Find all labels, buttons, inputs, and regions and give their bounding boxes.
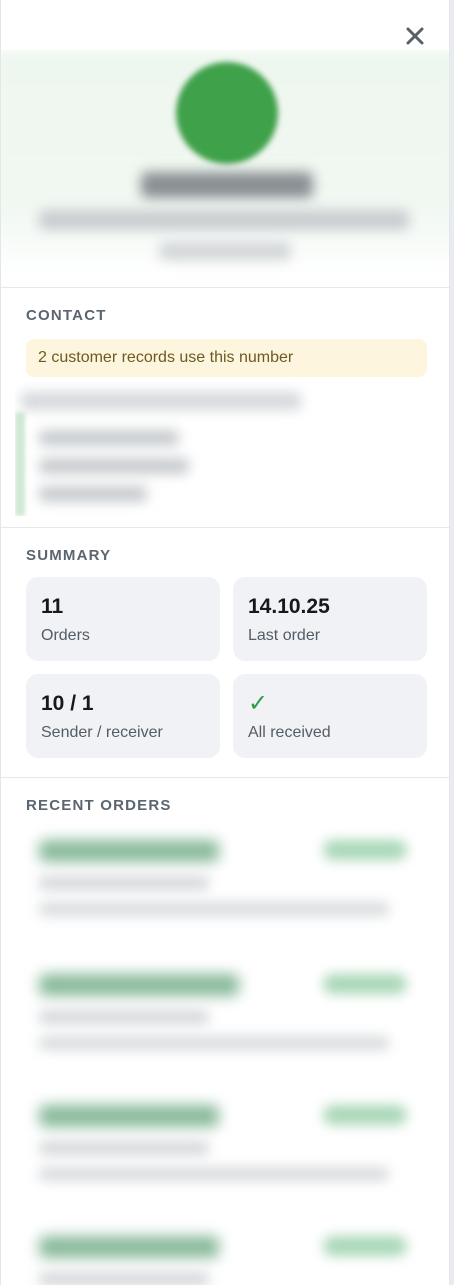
last-order-label: Last order [248, 627, 321, 644]
order-detail-redacted [39, 902, 389, 916]
customer-details-redacted [39, 210, 409, 230]
order-detail-redacted [39, 1141, 209, 1155]
order-list-item[interactable] [21, 960, 421, 1072]
close-button[interactable] [401, 22, 429, 50]
order-status-badge-redacted [323, 1105, 407, 1125]
divider [1, 777, 449, 778]
contact-details-redacted [15, 382, 315, 516]
divider [1, 527, 449, 528]
summary-section-title: SUMMARY [26, 547, 112, 564]
summary-tile-all-received: ✓ All received [233, 674, 427, 758]
customer-detail-panel: CONTACT 2 customer records use this numb… [0, 0, 450, 1285]
recent-orders-section-title: RECENT ORDERS [26, 797, 172, 814]
order-detail-redacted [39, 1036, 389, 1050]
order-list-item[interactable] [21, 1091, 421, 1203]
order-title-redacted [39, 974, 239, 996]
order-list-item[interactable] [21, 826, 421, 938]
sender-receiver-count: 10 / 1 [41, 692, 94, 715]
order-detail-redacted [39, 1167, 389, 1181]
duplicate-records-warning: 2 customer records use this number [26, 339, 427, 377]
summary-tile-last-order: 14.10.25 Last order [233, 577, 427, 661]
order-title-redacted [39, 1105, 219, 1127]
order-detail-redacted [39, 876, 209, 890]
sender-receiver-label: Sender / receiver [41, 724, 163, 741]
last-order-date: 14.10.25 [248, 595, 330, 618]
close-icon [406, 27, 424, 45]
customer-name-redacted [141, 172, 313, 198]
checkmark-icon: ✓ [248, 690, 269, 717]
order-detail-redacted [39, 1010, 209, 1024]
order-status-badge-redacted [323, 1236, 407, 1256]
summary-tile-sender-receiver: 10 / 1 Sender / receiver [26, 674, 220, 758]
summary-tile-orders: 11 Orders [26, 577, 220, 661]
order-detail-redacted [39, 1272, 209, 1285]
order-title-redacted [39, 1236, 219, 1258]
order-status-badge-redacted [323, 840, 407, 860]
orders-count: 11 [41, 595, 64, 618]
order-status-badge-redacted [323, 974, 407, 994]
divider [1, 287, 449, 288]
all-received-label: All received [248, 724, 331, 741]
avatar [176, 62, 278, 164]
order-title-redacted [39, 840, 219, 862]
order-list-item[interactable] [21, 1222, 421, 1285]
customer-header [1, 50, 449, 287]
contact-section-title: CONTACT [26, 307, 107, 324]
customer-details-redacted-2 [159, 242, 291, 260]
orders-label: Orders [41, 627, 90, 644]
